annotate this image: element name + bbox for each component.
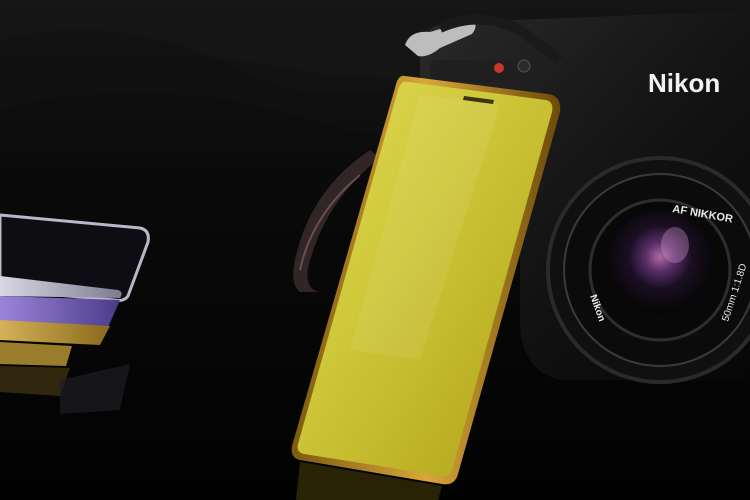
camera-top-plate — [430, 60, 550, 82]
photo-canvas: Nikon AF NIKKOR Nikon 50mm 1:1.8D — [0, 0, 750, 500]
phone-reflection — [0, 366, 70, 396]
dial-icon — [517, 59, 531, 73]
lens-glass — [608, 210, 712, 314]
camera-brand-label: Nikon — [648, 68, 720, 98]
record-button-icon — [494, 63, 504, 73]
lens-reflection — [661, 227, 689, 263]
product-photo: Nikon AF NIKKOR Nikon 50mm 1:1.8D — [0, 0, 750, 500]
gold-phone-lower — [0, 342, 72, 366]
